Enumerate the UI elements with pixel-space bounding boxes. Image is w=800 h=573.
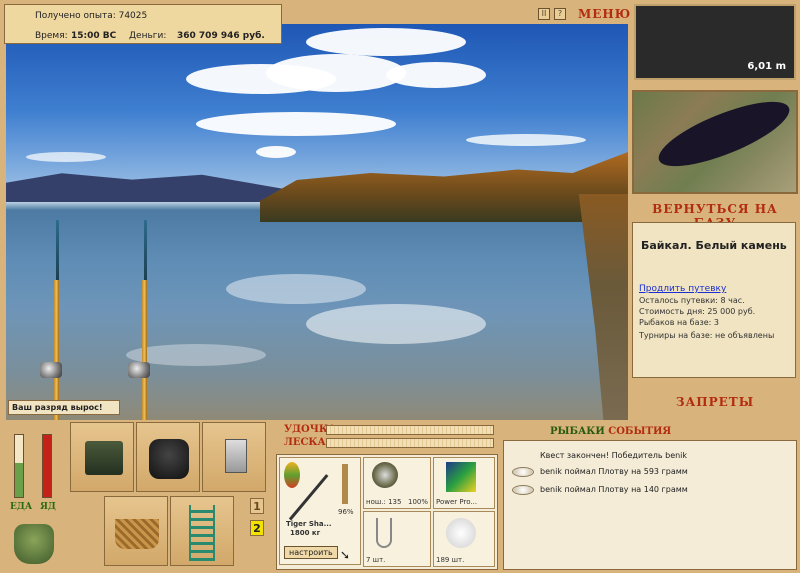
phone-icon <box>225 439 247 473</box>
info-line: Стоимость дня: 25 000 руб. <box>639 307 756 316</box>
tackle-box-icon <box>85 441 123 475</box>
reel-icon-2 <box>128 362 150 378</box>
slot-number-1[interactable]: 1 <box>250 498 264 514</box>
tab-events[interactable]: СОБЫТИЯ <box>608 426 671 437</box>
player-info-panel: Получено опыта: 74025 Время: 15:00 ВС Де… <box>4 4 282 44</box>
rod-tension-meter <box>326 425 494 435</box>
depth-value: 6,01 m <box>747 61 786 72</box>
extend-trip-link[interactable]: Продлить путевку <box>639 284 789 294</box>
info-line: Турниры на базе: не объявлены <box>639 331 775 340</box>
keepnet-icon <box>189 505 215 561</box>
reel-icon <box>372 462 398 488</box>
bait-icon <box>446 518 476 548</box>
rod-2[interactable] <box>142 280 147 420</box>
slot-number-2[interactable]: 2 <box>250 520 264 536</box>
reel-wear: 100% <box>408 498 429 506</box>
rod-setup-panel: 96% Tiger Sha... 1800 кг настроить ➘ нош… <box>276 454 498 570</box>
rod-cell[interactable]: 96% Tiger Sha... 1800 кг настроить ➘ <box>279 457 361 565</box>
basket-icon <box>115 519 159 549</box>
line-label: ЛЕСКА <box>284 437 326 448</box>
rod-1[interactable] <box>54 280 59 420</box>
health-bar <box>42 434 52 498</box>
bans-button[interactable]: ЗАПРЕТЫ <box>630 395 800 409</box>
slot-keepnet[interactable] <box>170 496 234 566</box>
location-title: Байкал. Белый камень <box>641 239 787 252</box>
rank-notice-text: Ваш разряд вырос! <box>12 403 103 412</box>
line-cell[interactable]: Power Pro... <box>433 457 495 509</box>
menu-button[interactable]: МЕНЮ <box>578 7 631 21</box>
reel-cell[interactable]: нош.: 135 100% <box>363 457 431 509</box>
slot-phone[interactable] <box>202 422 266 492</box>
reel-icon-1 <box>40 362 62 378</box>
depth-display: 6,01 m <box>634 4 796 80</box>
time-label: Время: <box>35 31 68 41</box>
fish-icon <box>512 485 534 495</box>
time-value: 15:00 ВС <box>71 31 117 41</box>
rod-wear-bar <box>342 464 348 504</box>
food-bar-fill <box>15 462 23 497</box>
rod-weight: 1800 кг <box>290 529 321 537</box>
experience-text: Получено опыта: 74025 <box>35 11 148 21</box>
pause-button[interactable]: II <box>538 8 550 20</box>
slot-backpack[interactable] <box>136 422 200 492</box>
tab-fishermen[interactable]: РЫБАКИ <box>550 426 605 437</box>
rod-tip-1 <box>56 220 59 280</box>
lure-icon <box>284 462 300 488</box>
line-spool-icon <box>446 462 476 492</box>
events-log: Квест закончен! Победитель benik benik п… <box>503 440 797 570</box>
rod-name: Tiger Sha... <box>286 520 332 528</box>
food-bar <box>14 434 24 498</box>
lake-map[interactable] <box>632 90 798 194</box>
log-tabs: РЫБАКИ СОБЫТИЯ <box>550 426 671 437</box>
money-label: Деньги: <box>129 31 167 41</box>
backpack-bag-icon[interactable] <box>14 524 54 564</box>
hooks-count: 7 шт. <box>366 556 386 564</box>
hook-icon <box>376 518 392 548</box>
health-label: ЯД <box>40 502 56 512</box>
location-info-panel: Байкал. Белый камень Продлить путевку Ос… <box>632 222 796 378</box>
slot-basket[interactable] <box>104 496 168 566</box>
line-tension-meter <box>326 438 494 448</box>
bait-cell[interactable]: 189 шт. <box>433 511 495 567</box>
setup-button[interactable]: настроить <box>284 546 338 559</box>
food-label: ЕДА <box>10 502 33 512</box>
rod-wear: 96% <box>338 508 354 516</box>
backpack-icon <box>149 439 189 479</box>
fishing-scene[interactable] <box>6 24 628 420</box>
arrow-icon: ➘ <box>340 548 351 562</box>
health-bar-fill <box>43 435 51 497</box>
reel-label: нош.: 135 <box>366 498 402 506</box>
rank-notice[interactable]: Ваш разряд вырос! <box>8 400 120 415</box>
log-line: Квест закончен! Победитель benik <box>540 451 688 460</box>
slot-tackle-box[interactable] <box>70 422 134 492</box>
log-line: benik поймал Плотву на 593 грамм <box>540 467 688 476</box>
money-value: 360 709 946 руб. <box>177 31 265 41</box>
help-button[interactable]: ? <box>554 8 566 20</box>
rod-tip-2 <box>144 220 147 280</box>
bottom-panel: ЕДА ЯД 1 2 УДОЧКА ЛЕСКА 96% Tiger Sha...… <box>0 420 800 573</box>
fish-icon <box>512 467 534 477</box>
bait-count: 189 шт. <box>436 556 465 564</box>
hooks-cell[interactable]: 7 шт. <box>363 511 431 567</box>
log-line: benik поймал Плотву на 140 грамм <box>540 485 688 494</box>
line-name: Power Pro... <box>436 498 478 506</box>
info-line: Рыбаков на базе: 3 <box>639 318 719 327</box>
info-line: Осталось путевки: 8 час. <box>639 296 745 305</box>
